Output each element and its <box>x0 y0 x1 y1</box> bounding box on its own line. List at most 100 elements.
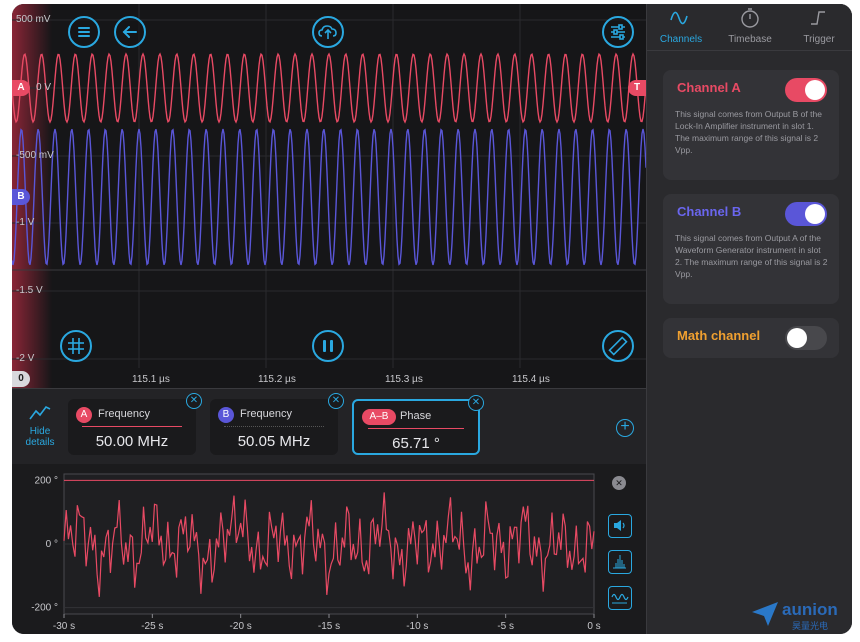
cloud-upload-icon <box>318 25 337 39</box>
plus-icon: + <box>620 418 630 435</box>
math-channel-title: Math channel <box>677 328 761 343</box>
spectrum-icon <box>613 555 626 569</box>
hide-details-label-1: Hide <box>29 426 51 437</box>
tab-channels[interactable]: Channels <box>647 4 715 50</box>
y-label-neg1-5v: -1.5 V <box>16 285 43 296</box>
y-tick-label: 0 ° <box>46 539 58 550</box>
sliders-icon <box>611 24 625 40</box>
measurement-name: Phase <box>400 410 432 422</box>
stopwatch-icon <box>741 8 759 28</box>
measurement-divider <box>224 426 324 427</box>
phase-history-plot[interactable]: 200 ° 0 ° -200 ° -30 s -25 s -20 s -15 s -10 s -… <box>12 464 646 634</box>
spectrum-button[interactable] <box>608 550 632 574</box>
measurements-bar: Hide details A Frequency 50.00 MHz ✕ B F… <box>12 388 646 465</box>
channel-a-card: Channel A This signal comes from Output … <box>663 70 839 180</box>
tab-label: Channels <box>659 34 703 45</box>
back-arrow-icon <box>122 26 137 38</box>
grid-button[interactable] <box>60 330 92 362</box>
upload-button[interactable] <box>312 16 344 48</box>
logo-subtext: 昊量光电 <box>792 621 829 631</box>
back-button[interactable] <box>114 16 146 48</box>
oscilloscope-view[interactable]: 500 mV 0 V -500 mV -1 V -1.5 V -2 V 115.… <box>12 4 646 388</box>
toggle-knob <box>787 328 807 348</box>
settings-button[interactable] <box>602 16 634 48</box>
phase-chart: 200 ° 0 ° -200 ° -30 s -25 s -20 s -15 s -10 s -… <box>31 473 601 632</box>
measurement-divider <box>82 426 182 427</box>
ground-marker[interactable]: 0 <box>12 371 30 387</box>
x-tick-label: -10 s <box>406 621 428 632</box>
channel-b-trace <box>12 128 646 266</box>
add-measurement-button[interactable]: + <box>616 419 634 437</box>
measurement-card-b-frequency[interactable]: B Frequency 50.05 MHz ✕ <box>210 393 344 455</box>
channel-a-marker[interactable]: A <box>12 80 30 96</box>
tab-trigger[interactable]: Trigger <box>785 4 852 50</box>
channel-b-toggle[interactable] <box>785 202 827 226</box>
measurement-name: Frequency <box>240 408 292 420</box>
waveform-button[interactable] <box>608 586 632 610</box>
channel-a-description: This signal comes from Output B of the L… <box>675 109 822 155</box>
paper-plane-icon <box>752 602 778 626</box>
grid-icon <box>68 338 84 354</box>
measurement-name: Frequency <box>98 408 150 420</box>
audio-button[interactable] <box>608 514 632 538</box>
trigger-marker[interactable]: T <box>628 80 646 96</box>
x-tick-label: -25 s <box>141 621 163 632</box>
y-tick-label: -200 ° <box>31 603 58 614</box>
channel-b-title: Channel B <box>677 204 742 219</box>
trend-chart-icon <box>29 405 51 420</box>
speaker-icon <box>614 520 625 531</box>
close-icon[interactable]: ✕ <box>328 393 344 409</box>
channel-a-title: Channel A <box>677 80 741 95</box>
x-label-4: 115.4 µs <box>512 374 550 385</box>
close-icon[interactable]: ✕ <box>468 395 484 411</box>
logo-text: aunion <box>782 600 838 619</box>
x-tick-label: -20 s <box>230 621 252 632</box>
toggle-knob <box>805 80 825 100</box>
y-label-neg2v: -2 V <box>16 353 35 364</box>
measurement-badge: A–B <box>362 409 396 425</box>
measurement-value: 65.71 ° <box>392 435 440 452</box>
toggle-knob <box>805 204 825 224</box>
tab-timebase[interactable]: Timebase <box>716 4 784 50</box>
waveform-icon <box>611 593 629 604</box>
y-label-neg1v: -1 V <box>16 217 35 228</box>
measurement-value: 50.00 MHz <box>95 433 169 450</box>
tab-label: Timebase <box>728 34 772 45</box>
x-tick-label: 0 s <box>587 621 600 632</box>
menu-button[interactable] <box>68 16 100 48</box>
hide-details-button[interactable]: Hide details <box>20 403 60 453</box>
measurement-divider <box>368 428 464 429</box>
pause-icon <box>323 340 333 352</box>
close-plot-button[interactable]: ✕ <box>612 476 626 490</box>
measurement-value: 50.05 MHz <box>237 433 311 450</box>
sidebar-tabs: Channels Timebase Trigger <box>647 4 852 51</box>
ruler-icon <box>608 336 628 356</box>
close-icon[interactable]: ✕ <box>186 393 202 409</box>
y-label-0v: 0 V <box>36 82 52 93</box>
math-channel-card: Math channel <box>663 318 839 358</box>
ruler-button[interactable] <box>602 330 634 362</box>
tab-label: Trigger <box>803 34 835 45</box>
close-icon: ✕ <box>615 478 623 488</box>
channel-b-description: This signal comes from Output A of the W… <box>675 233 828 279</box>
app-window: 500 mV 0 V -500 mV -1 V -1.5 V -2 V 115.… <box>12 4 852 634</box>
measurement-badge: A <box>76 407 92 423</box>
sine-wave-icon <box>670 11 688 25</box>
x-tick-label: -30 s <box>53 621 75 632</box>
step-icon <box>811 11 825 25</box>
measurement-badge: B <box>218 407 234 423</box>
x-label-2: 115.2 µs <box>258 374 296 385</box>
math-channel-toggle[interactable] <box>785 326 827 350</box>
measurement-card-a-frequency[interactable]: A Frequency 50.00 MHz ✕ <box>68 393 202 455</box>
measurement-card-phase[interactable]: A–B Phase 65.71 ° ✕ <box>352 395 484 455</box>
channel-a-toggle[interactable] <box>785 78 827 102</box>
x-label-3: 115.3 µs <box>385 374 423 385</box>
y-label-500mv: 500 mV <box>16 14 51 25</box>
x-tick-label: -15 s <box>318 621 340 632</box>
settings-sidebar: Channels Timebase Trigger Channel A This… <box>646 4 852 634</box>
channel-b-marker[interactable]: B <box>12 189 30 205</box>
pause-button[interactable] <box>312 330 344 362</box>
hide-details-label-2: details <box>25 437 55 448</box>
y-tick-label: 200 ° <box>35 475 58 486</box>
x-label-1: 115.1 µs <box>132 374 170 385</box>
